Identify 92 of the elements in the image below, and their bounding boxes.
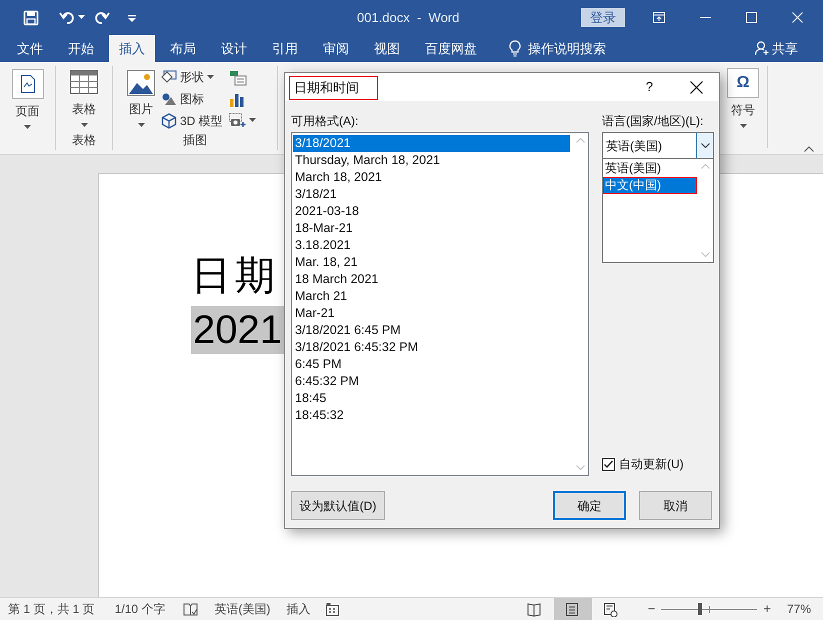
- customize-icon[interactable]: [128, 14, 136, 22]
- window-title: 001.docx - Word: [357, 9, 460, 27]
- list-item[interactable]: Thursday, March 18, 2021: [293, 152, 570, 169]
- list-item[interactable]: March 21: [293, 288, 570, 305]
- shapes-icon: [161, 92, 177, 106]
- table-button[interactable]: 表格: [70, 70, 98, 127]
- language-dropdown[interactable]: 英语(美国): [602, 132, 714, 159]
- cube-icon: [161, 113, 177, 129]
- ribbon-tab[interactable]: 视图: [364, 35, 410, 62]
- caret-icon: [207, 75, 214, 79]
- list-item[interactable]: 6:45 PM: [293, 356, 570, 373]
- page-icon: [565, 602, 580, 616]
- ribbon-tab[interactable]: 开始: [58, 35, 104, 62]
- list-item[interactable]: 中文(中国): [603, 177, 697, 194]
- book-icon: [527, 602, 542, 616]
- group-label: 插图: [183, 132, 207, 149]
- macro-icon[interactable]: [326, 602, 340, 616]
- caret-icon: [80, 123, 88, 127]
- dialog-button[interactable]: 确定: [553, 491, 626, 520]
- list-item[interactable]: 3/18/2021: [293, 135, 570, 152]
- zoom-level[interactable]: 77%: [786, 600, 811, 618]
- omega-symbol: Ω: [727, 68, 759, 98]
- collapse-ribbon-icon[interactable]: [804, 146, 814, 152]
- list-item[interactable]: 英语(美国): [603, 160, 697, 177]
- field-label: 可用格式(A):: [291, 113, 360, 130]
- models-button[interactable]: 3D 模型: [161, 112, 223, 130]
- caret-icon: [248, 118, 256, 122]
- ribbon-tab[interactable]: 文件: [7, 35, 53, 62]
- ribbon-tab[interactable]: 设计: [211, 35, 257, 62]
- shapes-button[interactable]: 形状: [161, 68, 223, 86]
- ribbon-tab[interactable]: 插入: [109, 35, 155, 62]
- ribbon-tab[interactable]: 审阅: [313, 35, 359, 62]
- redo-icon[interactable]: [94, 10, 110, 26]
- word-count[interactable]: 1/10 个字: [114, 600, 166, 618]
- list-item[interactable]: 18 March 2021: [293, 271, 570, 288]
- checkbox[interactable]: [602, 458, 615, 470]
- help-button[interactable]: ?: [642, 77, 657, 97]
- shapes-icon: [161, 70, 177, 84]
- zoom-out-button[interactable]: −: [648, 599, 656, 619]
- icons-button[interactable]: 图标: [161, 90, 223, 108]
- caret-icon: [138, 123, 144, 127]
- list-item[interactable]: 18:45: [293, 390, 570, 407]
- page-count[interactable]: 第 1 页，共 1 页: [8, 600, 95, 618]
- list-item[interactable]: 18-Mar-21: [293, 220, 570, 237]
- list-item[interactable]: 6:45:32 PM: [293, 373, 570, 390]
- document-heading: 日期: [191, 253, 279, 300]
- language-status[interactable]: 英语(美国): [214, 600, 270, 618]
- page-icon: [20, 75, 34, 93]
- globe-page-icon: [603, 602, 618, 616]
- ribbon-options-icon[interactable]: [653, 12, 665, 23]
- dialog-button[interactable]: 取消: [639, 491, 712, 520]
- insert-mode[interactable]: 插入: [286, 600, 310, 618]
- sign-in-button[interactable]: 登录: [581, 8, 625, 27]
- picture-button[interactable]: 图片: [127, 70, 155, 130]
- close-icon[interactable]: [690, 80, 703, 94]
- person-icon: [755, 41, 769, 56]
- camera-icon[interactable]: [228, 113, 247, 127]
- field-label: 语言(国家/地区)(L):: [602, 113, 704, 130]
- language-list[interactable]: 英语(美国) 中文(中国): [602, 159, 714, 263]
- ribbon-tab[interactable]: 引用: [262, 35, 308, 62]
- list-item[interactable]: 18:45:32: [293, 407, 570, 424]
- table-icon: [70, 70, 98, 94]
- zoom-slider-thumb[interactable]: [698, 602, 702, 614]
- chevron-down-icon: [700, 143, 710, 148]
- bar-chart-icon[interactable]: [228, 92, 245, 107]
- zoom-in-button[interactable]: +: [763, 599, 771, 619]
- image-icon: [127, 70, 155, 96]
- ribbon-tab[interactable]: 百度网盘: [415, 35, 487, 62]
- dialog-title: 日期和时间: [289, 76, 378, 100]
- view-button[interactable]: [554, 598, 592, 620]
- dialog-button[interactable]: 设为默认值(D): [291, 491, 385, 520]
- maximize-icon[interactable]: [746, 12, 757, 23]
- ribbon-tab[interactable]: 布局: [160, 35, 206, 62]
- tell-me-search[interactable]: 操作说明搜索: [528, 35, 606, 62]
- caret-icon: [740, 124, 746, 128]
- symbol-button[interactable]: Ω 符号: [727, 68, 759, 128]
- save-icon[interactable]: [23, 10, 39, 26]
- smartart-icon[interactable]: [228, 70, 247, 86]
- lightbulb-icon[interactable]: [509, 40, 521, 57]
- formats-list[interactable]: [291, 132, 589, 476]
- list-item[interactable]: 3.18.2021: [293, 237, 570, 254]
- list-item[interactable]: 3/18/21: [293, 186, 570, 203]
- caret-icon: [24, 125, 31, 129]
- list-item[interactable]: Mar. 18, 21: [293, 254, 570, 271]
- share-button[interactable]: 共享: [755, 35, 798, 62]
- undo-icon[interactable]: [59, 10, 75, 26]
- list-item[interactable]: March 18, 2021: [293, 169, 570, 186]
- list-item[interactable]: 2021-03-18: [293, 203, 570, 220]
- caret-icon[interactable]: [78, 15, 85, 20]
- checkbox-label: 自动更新(U): [619, 456, 684, 473]
- proofing-icon[interactable]: [183, 602, 198, 616]
- group-label: 表格: [72, 132, 96, 149]
